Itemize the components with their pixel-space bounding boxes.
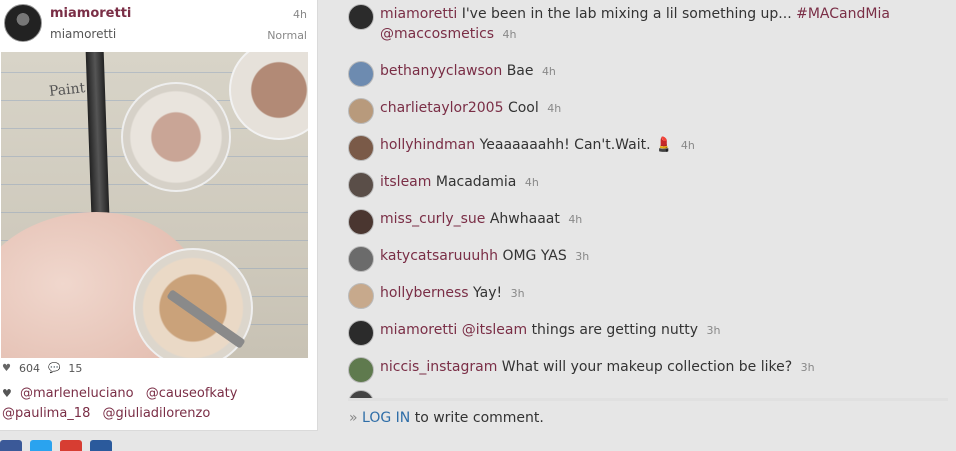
comment-item: bethanyyclawson Bae 4h [348,61,948,87]
comment-text: I've been in the lab mixing a lil someth… [461,6,792,22]
liker-link[interactable]: @giuliadilorenzo [103,406,211,421]
comment-time: 4h [568,213,583,226]
comment-time: 4h [680,139,695,152]
facebook-icon[interactable] [0,440,22,451]
comment-username[interactable]: miamoretti [380,6,457,22]
comment-text: Yay! [473,285,503,301]
comment-time: 3h [706,324,721,337]
liker-link[interactable]: @causeofkaty [146,386,238,401]
comment-icon: 💬 [47,363,61,374]
comment-time: 4h [502,28,517,41]
comment-time: 4h [524,176,539,189]
comment-username[interactable]: hollyberness [380,285,469,301]
social-share-bar [0,440,112,451]
comments-list[interactable]: miamoretti I've been in the lab mixing a… [348,0,948,400]
comment-username[interactable]: hollyhindman [380,137,475,153]
post-username[interactable]: miamoretti [50,6,131,21]
comments-count: 15 [68,362,83,375]
lipstick-icon: 💄 [655,137,673,153]
heart-icon: ♥ [2,363,11,374]
post-stats: ♥ 604 💬 15 [2,362,82,375]
comment-username[interactable]: charlietaylor2005 [380,100,504,116]
avatar[interactable] [348,4,374,30]
comment-username[interactable]: miss_curly_sue [380,211,485,227]
likers-list: ♥ @marleneluciano @causeofkaty @paulima_… [2,384,302,424]
login-prompt-text: to write comment. [414,410,544,426]
login-prompt: » LOG IN to write comment. [349,410,544,426]
comment-username[interactable]: miamoretti [380,322,457,338]
comment-time: 4h [547,102,562,115]
avatar[interactable] [348,61,374,87]
comment-text: Cool [507,100,539,116]
comment-text: Macadamia [435,174,517,190]
comment-time: 3h [575,250,590,263]
avatar[interactable] [348,320,374,346]
avatar[interactable] [348,209,374,235]
comment-time: 3h [800,361,815,374]
share-icon[interactable] [90,440,112,451]
comment-item: hollyhindman Yeaaaaaahh! Can't.Wait. 💄 4… [348,135,948,161]
twitter-icon[interactable] [30,440,52,451]
comment-text: Yeaaaaaahh! Can't.Wait. [479,137,651,153]
photo-jar [121,82,231,192]
comment-item: niccis_instagram What will your makeup c… [348,357,948,383]
post-fullname: miamoretti [50,27,117,41]
post-card: miamoretti miamoretti 4h Normal Paint ♥ … [0,0,318,431]
post-filter: Normal [267,29,307,42]
comment-text: Ahwhaaat [489,211,560,227]
post-time: 4h [293,8,307,21]
photo-scribble: Paint [48,80,87,100]
comment-text: things are getting nutty [531,322,698,338]
mention-link[interactable]: @itsleam [462,322,527,338]
comment-username[interactable]: niccis_instagram [380,359,497,375]
comment-item: itsleam Macadamia 4h [348,172,948,198]
likes-count: 604 [18,362,40,375]
comment-text: What will your makeup collection be like… [501,359,793,375]
googleplus-icon[interactable] [60,440,82,451]
avatar[interactable] [348,283,374,309]
post-header: miamoretti miamoretti 4h Normal [0,0,317,48]
comment-username[interactable]: itsleam [380,174,431,190]
avatar[interactable] [348,172,374,198]
post-avatar[interactable] [4,4,42,42]
avatar[interactable] [348,357,374,383]
liker-link[interactable]: @paulima_18 [2,406,90,421]
comment-time: 3h [510,287,525,300]
photo-jar [229,52,308,140]
comments-scroll-edge [348,398,948,401]
mention-link[interactable]: @maccosmetics [380,26,494,42]
comment-item: charlietaylor2005 Cool 4h [348,98,948,124]
comment-time: 4h [541,65,556,78]
hashtag-link[interactable]: #MACandMia [796,6,890,22]
liker-link[interactable]: @marleneluciano [20,386,134,401]
heart-icon: ♥ [2,387,12,400]
avatar[interactable] [348,135,374,161]
comment-item: katycatsaruuuhh OMG YAS 3h [348,246,948,272]
login-link[interactable]: LOG IN [362,410,410,426]
arrow-icon: » [349,410,358,426]
post-photo[interactable]: Paint [1,52,308,358]
comment-text: OMG YAS [502,248,567,264]
comment-item: miss_curly_sue Ahwhaaat 4h [348,209,948,235]
comment-item: miamoretti I've been in the lab mixing a… [348,4,948,45]
comment-item: hollyberness Yay! 3h [348,283,948,309]
avatar[interactable] [348,98,374,124]
avatar[interactable] [348,246,374,272]
comment-username[interactable]: katycatsaruuuhh [380,248,498,264]
comment-username[interactable]: bethanyyclawson [380,63,502,79]
comment-item: miamoretti @itsleam things are getting n… [348,320,948,346]
comment-text: Bae [506,63,534,79]
